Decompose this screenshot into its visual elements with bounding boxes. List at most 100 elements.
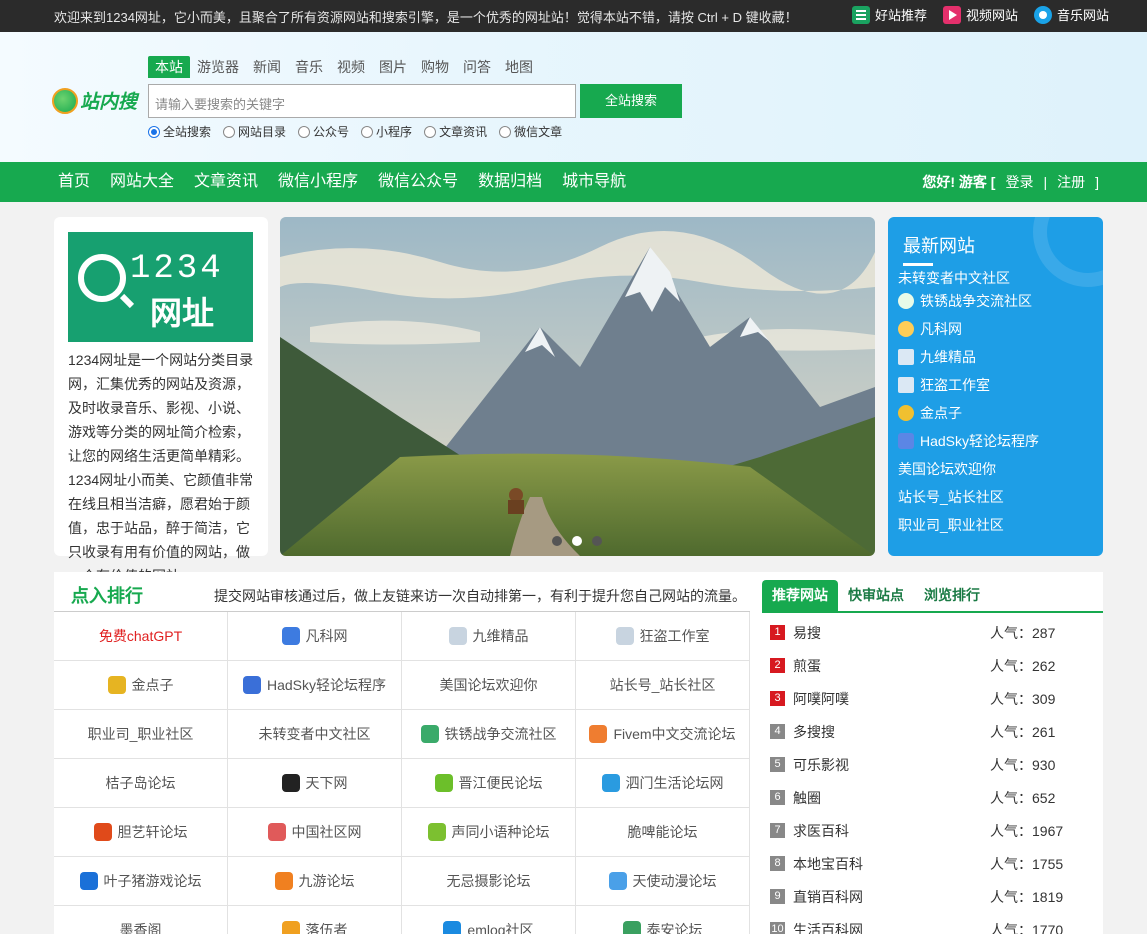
newest-item-label: 铁锈战争交流社区 bbox=[920, 293, 1032, 309]
ranking-site-link[interactable]: 站长号_站长社区 bbox=[576, 661, 750, 710]
ranking-site-label: 铁锈战争交流社区 bbox=[444, 726, 557, 742]
tab-browse-ranking[interactable]: 浏览排行 bbox=[914, 580, 990, 611]
ranking-site-link[interactable]: 泰安论坛 bbox=[576, 906, 750, 934]
ranking-site-link[interactable]: 未转变者中文社区 bbox=[228, 710, 402, 759]
rank-number: 4 bbox=[770, 724, 785, 739]
nav-articles[interactable]: 文章资讯 bbox=[184, 162, 268, 202]
ranking-site-link[interactable]: HadSky轻论坛程序 bbox=[228, 661, 402, 710]
newest-item[interactable]: 九维精品 bbox=[898, 343, 1039, 371]
search-scope-options: 全站搜索 网站目录 公众号 小程序 文章资讯 微信文章 bbox=[148, 123, 562, 140]
recommend-item[interactable]: 8 本地宝百科 人气：1755 bbox=[770, 847, 1063, 880]
tab-recommended-sites[interactable]: 推荐网站 bbox=[762, 580, 838, 611]
ranking-description: 提交网站审核通过后，做上友链来访一次自动排第一，有利于提升您自己网站的流量。 bbox=[214, 588, 746, 604]
carousel-dot[interactable] bbox=[592, 536, 602, 546]
recommend-site-name: 生活百科网 bbox=[793, 921, 863, 934]
site-logo[interactable]: 1234 网址 bbox=[68, 232, 253, 342]
newest-item[interactable]: 职业司_职业社区 bbox=[898, 511, 1039, 539]
ranking-site-link[interactable]: 无忌摄影论坛 bbox=[402, 857, 576, 906]
top-link-music[interactable]: 音乐网站 bbox=[1033, 5, 1109, 24]
newest-item[interactable]: 未转变者中文社区 bbox=[898, 269, 1039, 287]
search-tab-images[interactable]: 图片 bbox=[372, 56, 414, 78]
search-tab-video[interactable]: 视频 bbox=[330, 56, 372, 78]
nav-mini-programs[interactable]: 微信小程序 bbox=[268, 162, 368, 202]
ranking-site-link[interactable]: 九维精品 bbox=[402, 612, 576, 661]
nav-city-guide[interactable]: 城市导航 bbox=[552, 162, 636, 202]
newest-item[interactable]: 站长号_站长社区 bbox=[898, 483, 1039, 511]
ranking-site-link[interactable]: 职业司_职业社区 bbox=[54, 710, 228, 759]
recommend-item[interactable]: 2 煎蛋 人气：262 bbox=[770, 649, 1062, 682]
search-tab-shopping[interactable]: 购物 bbox=[414, 56, 456, 78]
scope-option-all[interactable]: 全站搜索 bbox=[148, 123, 211, 140]
ranking-site-link[interactable]: 铁锈战争交流社区 bbox=[402, 710, 576, 759]
recommend-item[interactable]: 5 可乐影视 人气：930 bbox=[770, 748, 1062, 781]
ranking-site-link[interactable]: 脆啤能论坛 bbox=[576, 808, 750, 857]
ranking-site-link[interactable]: 九游论坛 bbox=[228, 857, 402, 906]
top-link-label: 音乐网站 bbox=[1056, 8, 1109, 23]
recommend-item[interactable]: 9 直销百科网 人气：1819 bbox=[770, 880, 1063, 913]
ranking-site-link[interactable]: 声同小语种论坛 bbox=[402, 808, 576, 857]
carousel-dot-active[interactable] bbox=[572, 536, 582, 546]
nav-site-directory[interactable]: 网站大全 bbox=[100, 162, 184, 202]
ranking-site-link[interactable]: Fivem中文交流论坛 bbox=[576, 710, 750, 759]
newest-item[interactable]: 金点子 bbox=[898, 399, 1039, 427]
nav-home[interactable]: 首页 bbox=[48, 162, 100, 202]
ranking-site-link[interactable]: 金点子 bbox=[54, 661, 228, 710]
top-link-label: 好站推荐 bbox=[874, 8, 927, 23]
top-link-video[interactable]: 视频网站 bbox=[942, 5, 1018, 24]
hero-banner[interactable] bbox=[280, 217, 875, 556]
ranking-site-link[interactable]: 叶子猪游戏论坛 bbox=[54, 857, 228, 906]
newest-item[interactable]: 狂盗工作室 bbox=[898, 371, 1039, 399]
ranking-site-link[interactable]: 免费chatGPT bbox=[54, 612, 228, 661]
newest-item[interactable]: HadSky轻论坛程序 bbox=[898, 427, 1039, 455]
newest-item[interactable]: 铁锈战争交流社区 bbox=[898, 287, 1039, 315]
ranking-site-link[interactable]: 晋江便民论坛 bbox=[402, 759, 576, 808]
search-tab-news[interactable]: 新闻 bbox=[246, 56, 288, 78]
search-tab-site[interactable]: 本站 bbox=[148, 56, 190, 78]
recommend-item[interactable]: 6 触圈 人气：652 bbox=[770, 781, 1062, 814]
mountain-landscape-image bbox=[280, 217, 875, 556]
ranking-site-link[interactable]: 狂盗工作室 bbox=[576, 612, 750, 661]
search-logo[interactable]: 站内搜 bbox=[52, 87, 137, 114]
recommend-item[interactable]: 4 多搜搜 人气：261 bbox=[770, 715, 1062, 748]
top-link-good-sites[interactable]: 好站推荐 bbox=[851, 5, 927, 24]
ranking-site-link[interactable]: 美国论坛欢迎你 bbox=[402, 661, 576, 710]
search-tab-qa[interactable]: 问答 bbox=[456, 56, 498, 78]
ranking-site-link[interactable]: 中国社区网 bbox=[228, 808, 402, 857]
newest-item[interactable]: 凡科网 bbox=[898, 315, 1039, 343]
recommend-item[interactable]: 10 生活百科网 人气：1770 bbox=[770, 913, 1063, 934]
scope-option-articles[interactable]: 文章资讯 bbox=[424, 123, 487, 140]
login-link[interactable]: 登录 bbox=[1005, 162, 1033, 202]
register-link[interactable]: 注册 bbox=[1057, 162, 1085, 202]
site-favicon-icon bbox=[281, 774, 300, 792]
ranking-site-link[interactable]: 桔子岛论坛 bbox=[54, 759, 228, 808]
ranking-site-link[interactable]: 泗门生活论坛网 bbox=[576, 759, 750, 808]
scope-option-mini-program[interactable]: 小程序 bbox=[361, 123, 412, 140]
ranking-site-link[interactable]: 胆艺轩论坛 bbox=[54, 808, 228, 857]
ranking-site-link[interactable]: 墨香阁 bbox=[54, 906, 228, 934]
ranking-site-label: 未转变者中文社区 bbox=[258, 726, 371, 742]
search-tab-browser[interactable]: 游览器 bbox=[190, 56, 246, 78]
nav-data-archive[interactable]: 数据归档 bbox=[468, 162, 552, 202]
ranking-site-link[interactable]: 凡科网 bbox=[228, 612, 402, 661]
ranking-site-link[interactable]: 落伍者 bbox=[228, 906, 402, 934]
ranking-site-link[interactable]: 天使动漫论坛 bbox=[576, 857, 750, 906]
newest-item[interactable]: 美国论坛欢迎你 bbox=[898, 455, 1039, 483]
ranking-site-link[interactable]: emlog社区 bbox=[402, 906, 576, 934]
recommend-item[interactable]: 1 易搜 人气：287 bbox=[770, 616, 1062, 649]
ranking-site-link[interactable]: 天下网 bbox=[228, 759, 402, 808]
recommend-item[interactable]: 7 求医百科 人气：1967 bbox=[770, 814, 1063, 847]
recommend-item[interactable]: 3 阿噗阿噗 人气：309 bbox=[770, 682, 1062, 715]
scope-option-wechat-articles[interactable]: 微信文章 bbox=[499, 123, 562, 140]
scope-label: 微信文章 bbox=[514, 125, 563, 139]
search-tab-music[interactable]: 音乐 bbox=[288, 56, 330, 78]
nav-official-accounts[interactable]: 微信公众号 bbox=[368, 162, 468, 202]
search-input[interactable]: 请输入要搜索的关键字 bbox=[148, 84, 576, 118]
scope-option-official-account[interactable]: 公众号 bbox=[298, 123, 349, 140]
site-favicon-icon bbox=[427, 823, 446, 841]
search-tab-map[interactable]: 地图 bbox=[498, 56, 540, 78]
newest-item-label: 金点子 bbox=[920, 405, 962, 421]
carousel-dot[interactable] bbox=[552, 536, 562, 546]
tab-fast-review[interactable]: 快审站点 bbox=[838, 580, 914, 611]
search-button[interactable]: 全站搜索 bbox=[580, 84, 682, 118]
scope-option-directory[interactable]: 网站目录 bbox=[223, 123, 286, 140]
